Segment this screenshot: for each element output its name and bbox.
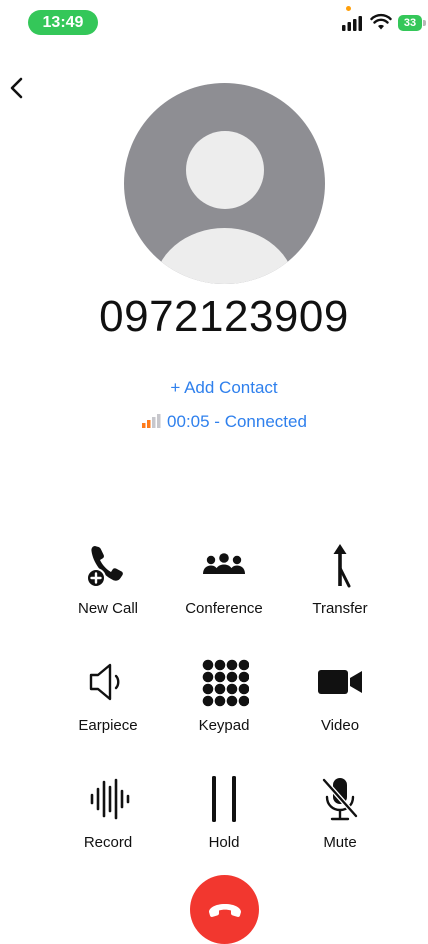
mute-label: Mute bbox=[323, 834, 357, 851]
earpiece-button[interactable]: Earpiece bbox=[53, 657, 163, 734]
new-call-label: New Call bbox=[77, 600, 138, 617]
mute-button[interactable]: Mute bbox=[285, 774, 395, 851]
chevron-left-icon bbox=[10, 77, 23, 99]
speaker-icon bbox=[89, 663, 120, 701]
hold-label: Hold bbox=[208, 834, 240, 851]
battery-tip bbox=[423, 20, 426, 26]
conference-icon bbox=[203, 553, 245, 574]
keypad-icon bbox=[202, 659, 249, 707]
battery-level: 33 bbox=[398, 15, 422, 31]
battery-icon: 33 bbox=[398, 15, 426, 31]
call-status-text: 00:05 - Connected bbox=[167, 412, 307, 431]
waveform-icon bbox=[90, 778, 130, 820]
keypad-label: Keypad bbox=[198, 717, 250, 734]
conference-label: Conference bbox=[185, 600, 263, 617]
status-bar: 13:49 33 bbox=[0, 0, 428, 44]
contact-avatar bbox=[124, 83, 325, 284]
video-button[interactable]: Video bbox=[285, 657, 395, 734]
back-button[interactable] bbox=[4, 70, 32, 106]
video-label: Video bbox=[320, 717, 360, 734]
cellular-signal-icon bbox=[342, 16, 362, 31]
earpiece-label: Earpiece bbox=[78, 717, 138, 734]
end-call-button[interactable] bbox=[190, 875, 259, 944]
avatar-head-shape bbox=[186, 131, 264, 209]
new-call-button[interactable]: New Call bbox=[53, 540, 163, 617]
transfer-button[interactable]: Transfer bbox=[285, 540, 395, 617]
call-status: 00:05 - Connected bbox=[0, 412, 428, 432]
avatar-body-shape bbox=[154, 228, 295, 284]
wifi-icon bbox=[370, 13, 392, 30]
pause-icon bbox=[212, 776, 236, 822]
privacy-indicator-dot bbox=[346, 6, 351, 11]
phone-number: 0972123909 bbox=[99, 292, 349, 341]
keypad-button[interactable]: Keypad bbox=[169, 657, 279, 734]
hang-up-icon bbox=[208, 903, 241, 917]
new-call-icon bbox=[86, 546, 123, 588]
transfer-icon bbox=[333, 544, 351, 588]
hold-button[interactable]: Hold bbox=[169, 774, 279, 851]
add-contact-link[interactable]: + Add Contact bbox=[0, 378, 428, 398]
status-time: 13:49 bbox=[28, 10, 98, 35]
mic-off-icon bbox=[321, 777, 359, 821]
transfer-label: Transfer bbox=[312, 600, 368, 617]
call-quality-icon bbox=[142, 414, 161, 428]
video-camera-icon bbox=[318, 670, 362, 694]
record-button[interactable]: Record bbox=[53, 774, 163, 851]
conference-button[interactable]: Conference bbox=[169, 540, 279, 617]
record-label: Record bbox=[83, 834, 133, 851]
